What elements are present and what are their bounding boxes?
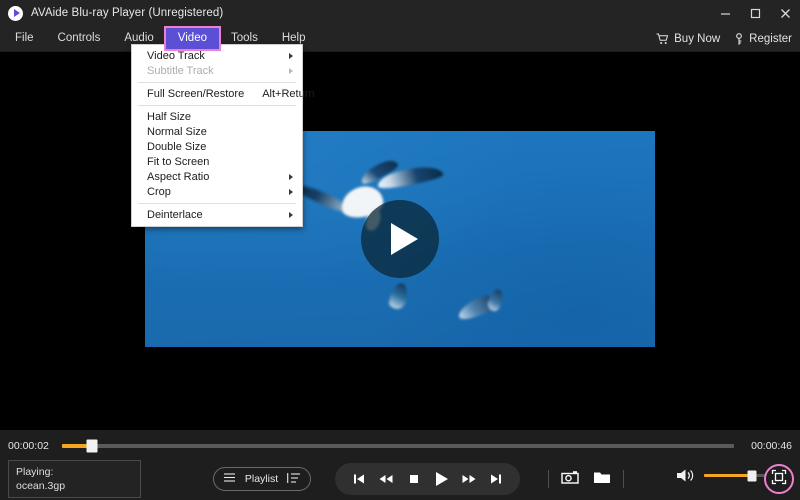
- volume-slider-handle[interactable]: [747, 470, 757, 481]
- menu-separator: [138, 203, 296, 204]
- now-playing-filename: ocean.3gp: [16, 480, 66, 492]
- volume-control: [676, 468, 766, 483]
- skip-forward-icon: [489, 472, 503, 486]
- cart-icon: [656, 33, 669, 45]
- menu-item-full-screen-restore[interactable]: Full Screen/Restore Alt+Return: [132, 87, 315, 101]
- menu-item-video-track[interactable]: Video Track: [132, 49, 302, 63]
- previous-track-button[interactable]: [348, 468, 370, 490]
- menu-controls[interactable]: Controls: [46, 28, 113, 49]
- chevron-right-icon: [289, 68, 293, 74]
- now-playing-status: Playing:: [16, 466, 54, 478]
- menu-item-aspect-ratio[interactable]: Aspect Ratio: [132, 170, 302, 184]
- menu-item-subtitle-track: Subtitle Track: [132, 64, 302, 78]
- account-actions: Buy Now Register: [656, 26, 792, 52]
- camera-icon: [561, 470, 579, 489]
- menu-item-label: Video Track: [147, 50, 205, 62]
- play-overlay-button[interactable]: [361, 200, 439, 278]
- video-stage[interactable]: [0, 52, 800, 430]
- buy-now-label: Buy Now: [674, 33, 721, 45]
- menu-item-double-size[interactable]: Double Size: [132, 140, 302, 154]
- fullscreen-button[interactable]: [764, 464, 794, 494]
- menu-item-label: Crop: [147, 186, 171, 198]
- menu-item-label: Double Size: [147, 141, 207, 153]
- sort-list-icon[interactable]: [287, 472, 301, 487]
- menu-item-label: Fit to Screen: [147, 156, 210, 168]
- menu-item-label: Aspect Ratio: [147, 171, 210, 183]
- register-label: Register: [749, 33, 792, 45]
- video-menu-dropdown: Video Track Subtitle Track Full Screen/R…: [131, 44, 315, 227]
- stop-button[interactable]: [403, 468, 425, 490]
- seek-bar-handle[interactable]: [86, 439, 98, 453]
- title-bar: AVAide Blu-ray Player (Unregistered): [0, 0, 800, 26]
- menu-item-normal-size[interactable]: Normal Size: [132, 125, 302, 139]
- chevron-right-icon: [289, 174, 293, 180]
- fast-forward-icon: [461, 472, 477, 486]
- volume-slider-filled: [704, 474, 753, 477]
- key-icon: [734, 32, 744, 46]
- skip-back-icon: [352, 472, 366, 486]
- menu-video[interactable]: Video: [163, 26, 222, 51]
- player-window: AVAide Blu-ray Player (Unregistered) Fil…: [0, 0, 800, 500]
- register-button[interactable]: Register: [734, 32, 792, 46]
- menu-bar: File Controls Audio Video Tools Help Buy…: [0, 26, 800, 52]
- window-controls: [710, 0, 800, 26]
- rewind-button[interactable]: [375, 468, 397, 490]
- menu-item-fit-to-screen[interactable]: Fit to Screen: [132, 155, 302, 169]
- chevron-right-icon: [289, 212, 293, 218]
- left-divider: [548, 470, 549, 488]
- menu-separator: [138, 105, 296, 106]
- snapshot-button[interactable]: [559, 469, 581, 489]
- controls-row: Playing: ocean.3gp Playlist: [0, 458, 800, 500]
- menu-item-label: Deinterlace: [147, 209, 203, 221]
- bottom-control-bar: 00:00:02 00:00:46 Playing: ocean.3gp Pla…: [0, 430, 800, 500]
- volume-slider[interactable]: [704, 470, 766, 481]
- transport-controls: [335, 463, 520, 495]
- menu-item-deinterlace[interactable]: Deinterlace: [132, 208, 302, 222]
- fullscreen-expand-icon: [771, 469, 787, 490]
- progress-row: 00:00:02 00:00:46: [0, 438, 800, 454]
- total-duration: 00:00:46: [751, 440, 792, 452]
- elapsed-time: 00:00:02: [8, 440, 49, 452]
- menu-item-label: Normal Size: [147, 126, 207, 138]
- menu-item-label: Subtitle Track: [147, 65, 214, 77]
- rewind-icon: [378, 472, 394, 486]
- menu-item-half-size[interactable]: Half Size: [132, 110, 302, 124]
- menu-item-label: Full Screen/Restore: [147, 88, 245, 100]
- chevron-right-icon: [289, 53, 293, 59]
- seek-bar[interactable]: [62, 439, 734, 453]
- playlist-button[interactable]: Playlist: [213, 467, 311, 491]
- capture-tools: [548, 466, 624, 492]
- buy-now-button[interactable]: Buy Now: [656, 33, 720, 45]
- menu-separator: [138, 82, 296, 83]
- hamburger-list-icon[interactable]: [223, 472, 236, 486]
- play-button[interactable]: [430, 468, 452, 490]
- play-triangle-icon: [390, 223, 418, 255]
- fast-forward-button[interactable]: [458, 468, 480, 490]
- menu-file[interactable]: File: [3, 28, 46, 49]
- playlist-label: Playlist: [244, 473, 279, 485]
- stop-square-icon: [407, 472, 421, 486]
- right-divider: [623, 470, 624, 488]
- menu-item-crop[interactable]: Crop: [132, 185, 302, 199]
- folder-icon: [593, 470, 611, 489]
- chevron-right-icon: [289, 189, 293, 195]
- menu-item-label: Half Size: [147, 111, 192, 123]
- speaker-volume-icon[interactable]: [676, 468, 696, 483]
- now-playing-panel: Playing: ocean.3gp: [8, 460, 141, 498]
- next-track-button[interactable]: [485, 468, 507, 490]
- open-folder-button[interactable]: [591, 469, 613, 489]
- app-logo-icon: [8, 5, 23, 21]
- maximize-button[interactable]: [740, 0, 770, 26]
- close-button[interactable]: [770, 0, 800, 26]
- minimize-button[interactable]: [710, 0, 740, 26]
- play-triangle-icon: [432, 470, 450, 488]
- menu-item-shortcut: Alt+Return: [262, 88, 315, 100]
- app-title: AVAide Blu-ray Player (Unregistered): [31, 7, 224, 19]
